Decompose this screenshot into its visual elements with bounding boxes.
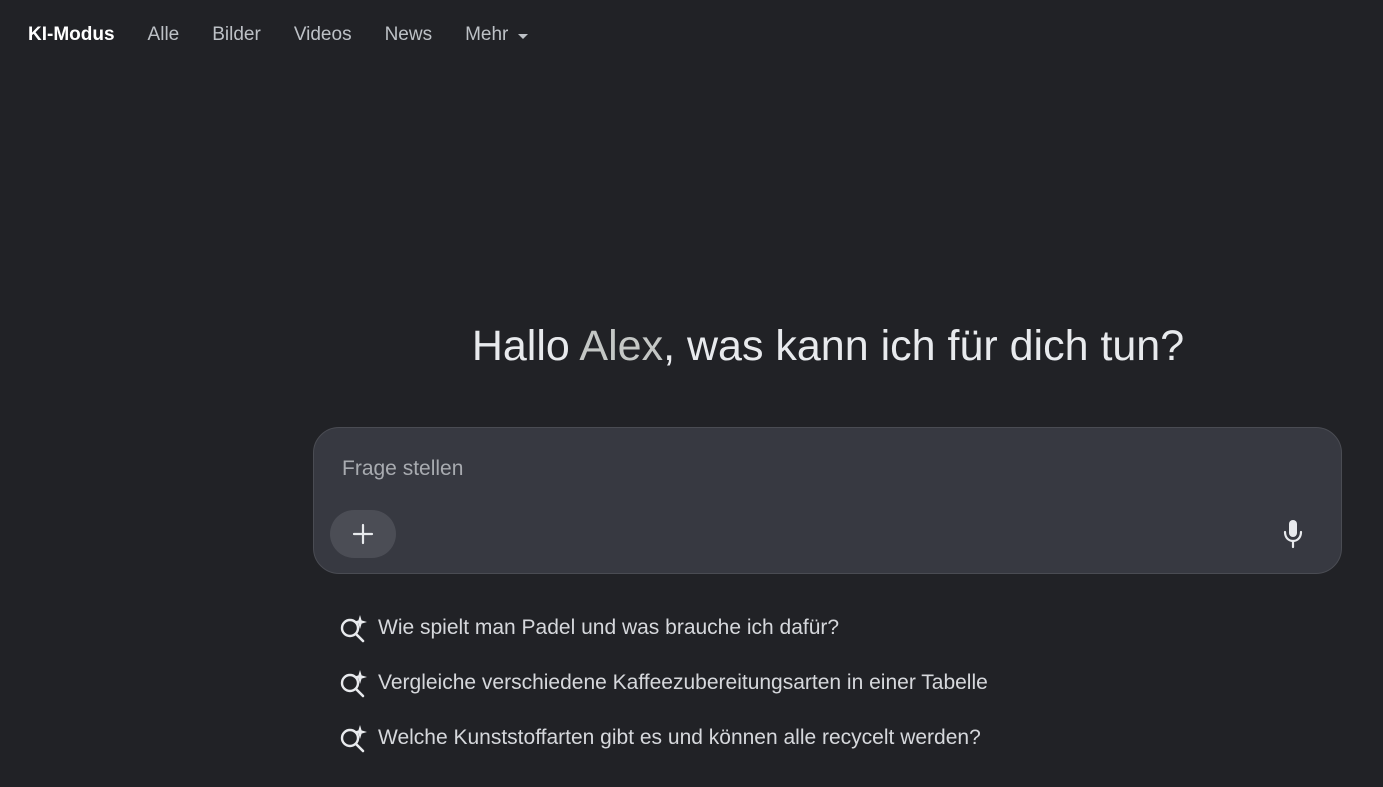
greeting-user-name: Alex — [579, 322, 664, 370]
caret-down-icon — [518, 33, 529, 39]
microphone-icon — [1283, 520, 1303, 549]
suggestion-text: Wie spielt man Padel und was brauche ich… — [378, 615, 840, 639]
nav-tab-bilder[interactable]: Bilder — [212, 24, 261, 46]
nav-tab-label: Bilder — [212, 24, 261, 45]
microphone-button[interactable] — [1275, 516, 1311, 552]
sparkle-search-icon — [338, 668, 368, 698]
nav-tab-videos[interactable]: Videos — [294, 24, 352, 46]
nav-tab-label: Mehr — [465, 24, 509, 45]
suggestion-text: Vergleiche verschiedene Kaffeezubereitun… — [378, 670, 988, 694]
suggestion-item[interactable]: Wie spielt man Padel und was brauche ich… — [338, 600, 988, 655]
nav-tab-news[interactable]: News — [385, 24, 433, 46]
greeting-prefix: Hallo — [471, 322, 580, 370]
add-button[interactable] — [330, 510, 396, 558]
suggestion-item[interactable]: Welche Kunststoffarten gibt es und könne… — [338, 710, 988, 765]
nav-tab-alle[interactable]: Alle — [148, 24, 180, 46]
nav-tab-label: Videos — [293, 24, 352, 45]
suggestion-text: Welche Kunststoffarten gibt es und könne… — [378, 725, 981, 749]
nav-tab-label: KI-Modus — [28, 24, 115, 45]
suggestion-item[interactable]: Vergleiche verschiedene Kaffeezubereitun… — [338, 655, 988, 710]
sparkle-search-icon — [338, 613, 368, 643]
top-nav: KI-Modus Alle Bilder Videos News Mehr — [0, 0, 561, 70]
sparkle-search-icon — [338, 723, 368, 753]
ai-mode-page: KI-Modus Alle Bilder Videos News Mehr Ha… — [0, 0, 1383, 787]
greeting-suffix: , was kann ich für dich tun? — [663, 322, 1185, 370]
suggestion-list: Wie spielt man Padel und was brauche ich… — [338, 600, 988, 765]
nav-tab-label: Alle — [147, 24, 180, 45]
plus-icon — [352, 523, 374, 545]
nav-tab-mehr[interactable]: Mehr — [465, 24, 529, 46]
nav-tab-label: News — [384, 24, 433, 45]
nav-tab-ki-modus[interactable]: KI-Modus — [28, 24, 115, 46]
ask-input[interactable] — [340, 450, 1244, 488]
greeting-heading: Hallo Alex, was kann ich für dich tun? — [313, 322, 1343, 371]
ask-box — [313, 427, 1342, 574]
